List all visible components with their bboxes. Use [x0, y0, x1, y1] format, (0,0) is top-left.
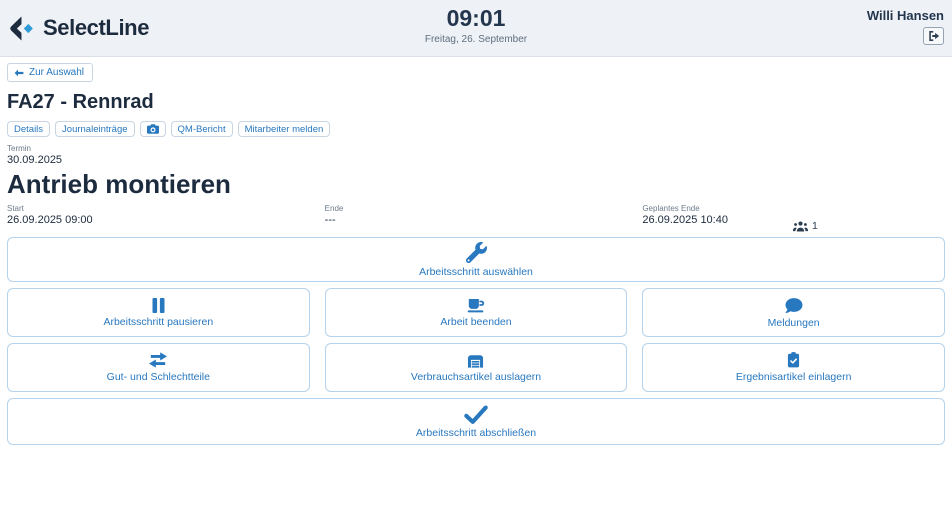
mug-saucer-icon [467, 298, 485, 313]
details-button[interactable]: Details [7, 121, 50, 137]
start-value: 26.09.2025 09:00 [7, 214, 310, 226]
ende-label: Ende [325, 204, 628, 213]
users-group-icon [793, 221, 808, 232]
logout-button[interactable] [923, 27, 944, 45]
warehouse-icon [467, 353, 484, 368]
step-title: Antrieb montieren [7, 169, 945, 200]
order-chip-bar: Details Journaleinträge QM-Bericht Mitar… [7, 121, 945, 137]
messages-button[interactable]: Meldungen [642, 288, 945, 337]
geplantes-ende-label: Geplantes Ende [642, 204, 945, 213]
pause-step-button[interactable]: Arbeitsschritt pausieren [7, 288, 310, 337]
main-content: Zur Auswahl FA27 - Rennrad Details Journ… [0, 57, 952, 445]
journal-entries-button[interactable]: Journaleinträge [55, 121, 135, 137]
end-work-label: Arbeit beenden [440, 316, 511, 328]
selectline-logo-icon [9, 15, 36, 42]
workers-count: 1 [812, 220, 818, 232]
select-step-label: Arbeitsschritt auswählen [419, 266, 533, 278]
right-left-arrows-icon [149, 352, 167, 368]
messages-label: Meldungen [768, 317, 820, 329]
details-button-label: Details [14, 124, 43, 135]
termin-value: 30.09.2025 [7, 154, 945, 166]
wrench-icon [466, 242, 487, 263]
qm-report-button[interactable]: QM-Bericht [171, 121, 233, 137]
tile-row-3: Gut- und Schlechtteile Verbrauchsartikel… [7, 343, 945, 392]
good-bad-parts-label: Gut- und Schlechtteile [107, 371, 210, 383]
workers-indicator: 1 [793, 220, 818, 232]
pause-icon [152, 298, 165, 313]
info-ende: Ende --- [325, 204, 628, 226]
pause-step-label: Arbeitsschritt pausieren [103, 316, 213, 328]
good-bad-parts-button[interactable]: Gut- und Schlechtteile [7, 343, 310, 392]
back-to-selection-button[interactable]: Zur Auswahl [7, 63, 93, 82]
withdraw-consumables-button[interactable]: Verbrauchsartikel auslagern [325, 343, 628, 392]
termin-label: Termin [7, 144, 945, 153]
select-step-button[interactable]: Arbeitsschritt auswählen [7, 237, 945, 282]
report-employee-button[interactable]: Mitarbeiter melden [238, 121, 331, 137]
end-work-button[interactable]: Arbeit beenden [325, 288, 628, 337]
info-start: Start 26.09.2025 09:00 [7, 204, 310, 226]
back-button-label: Zur Auswahl [29, 67, 84, 78]
brand-name: SelectLine [43, 15, 149, 41]
action-tiles: Arbeitsschritt auswählen Arbeitsschritt … [7, 237, 945, 445]
ende-value: --- [325, 214, 628, 226]
complete-step-label: Arbeitsschritt abschließen [416, 427, 536, 439]
camera-icon [147, 124, 159, 134]
app-header: SelectLine 09:01 Freitag, 26. September … [0, 0, 952, 57]
comment-icon [785, 297, 803, 314]
start-label: Start [7, 204, 310, 213]
order-title: FA27 - Rennrad [7, 91, 945, 114]
store-results-label: Ergebnisartikel einlagern [736, 371, 852, 383]
qm-report-button-label: QM-Bericht [178, 124, 226, 135]
check-icon [464, 405, 488, 424]
brand: SelectLine [0, 15, 149, 42]
tile-row-2: Arbeitsschritt pausieren Arbeit beenden [7, 288, 945, 337]
user-area: Willi Hansen [867, 8, 944, 47]
user-name: Willi Hansen [867, 8, 944, 23]
camera-button[interactable] [140, 121, 166, 137]
withdraw-consumables-label: Verbrauchsartikel auslagern [411, 371, 541, 383]
logout-icon [928, 30, 940, 42]
report-employee-button-label: Mitarbeiter melden [245, 124, 324, 135]
journal-entries-button-label: Journaleinträge [62, 124, 128, 135]
complete-step-button[interactable]: Arbeitsschritt abschließen [7, 398, 945, 445]
arrow-left-icon [14, 69, 24, 77]
clipboard-check-icon [787, 352, 800, 368]
store-results-button[interactable]: Ergebnisartikel einlagern [642, 343, 945, 392]
